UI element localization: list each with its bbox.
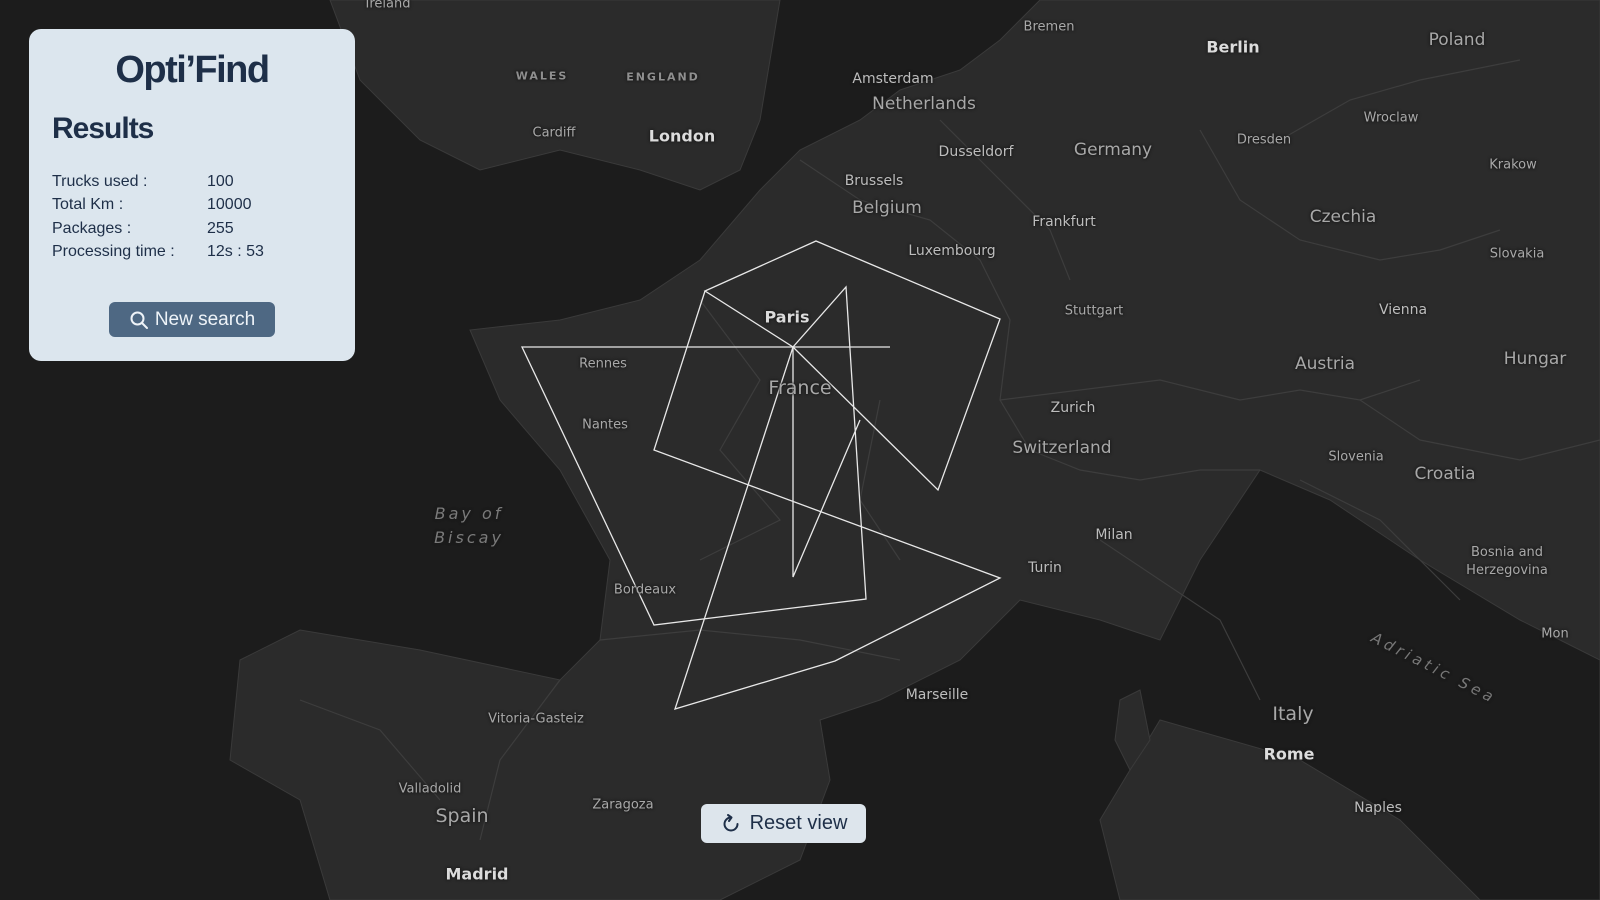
- map-label-country: France: [768, 377, 832, 399]
- map-label-country: Bosnia and Herzegovina: [1466, 545, 1548, 578]
- map-label-country: Slovenia: [1328, 449, 1384, 465]
- results-heading: Results: [52, 112, 154, 145]
- app-title: Opti’Find: [115, 49, 270, 91]
- map-label-country: Spain: [435, 805, 489, 827]
- map-label-city: Naples: [1354, 800, 1402, 816]
- map-label-city: Vitoria-Gasteiz: [488, 711, 584, 727]
- route-2: [520, 285, 1002, 710]
- stat-value: 12s : 53: [207, 243, 264, 261]
- stat-row-packages: Packages : 255: [52, 217, 332, 241]
- route-1: [703, 240, 1001, 492]
- map-label-city: Marseille: [905, 687, 969, 703]
- map-label-country: Czechia: [1309, 207, 1377, 227]
- results-stats: Trucks used : 100 Total Km : 10000 Packa…: [52, 170, 332, 264]
- stat-row-processing-time: Processing time : 12s : 53: [52, 241, 332, 265]
- reset-view-label: Reset view: [749, 812, 848, 834]
- map-label-sea: Bay of Biscay: [434, 504, 504, 547]
- map-label-city: Dusseldorf: [938, 144, 1014, 160]
- map-label-city: Zurich: [1050, 400, 1096, 416]
- map-label-region: WALES: [515, 69, 569, 83]
- new-search-label: New search: [154, 308, 256, 330]
- stat-label: Processing time :: [52, 243, 175, 261]
- stat-value: 100: [207, 172, 234, 190]
- map-label-city: Turin: [1028, 560, 1062, 576]
- map-label-city: Vienna: [1378, 302, 1428, 318]
- map-label-city: Zaragoza: [592, 797, 654, 813]
- map-label-city: Milan: [1095, 527, 1133, 543]
- map-label-city: Ireland: [365, 0, 411, 12]
- map-label-city: Dresden: [1236, 132, 1292, 148]
- map-label-country: Croatia: [1414, 464, 1476, 484]
- stat-label: Total Km :: [52, 196, 124, 214]
- map-label-city: Berlin: [1206, 37, 1260, 57]
- map-label-city: Mon: [1541, 626, 1569, 642]
- map-label-country: Belgium: [852, 198, 922, 218]
- map-label-city: Frankfurt: [1032, 214, 1096, 230]
- map-label-city: Krakow: [1489, 157, 1537, 173]
- map-label-country: Austria: [1294, 354, 1356, 374]
- stat-row-trucks-used: Trucks used : 100: [52, 170, 332, 194]
- map-label-city: London: [648, 126, 716, 146]
- search-icon: [129, 310, 149, 330]
- reset-view-button[interactable]: Reset view: [701, 804, 866, 843]
- map-label-region: ENGLAND: [626, 70, 700, 84]
- map-label-city: Luxembourg: [908, 243, 996, 259]
- stat-row-total-km: Total Km : 10000: [52, 194, 332, 218]
- map-label-city: Stuttgart: [1064, 303, 1124, 319]
- map-label-country: Italy: [1272, 703, 1314, 725]
- results-panel: Opti’Find Results Trucks used : 100 Tota…: [29, 29, 355, 361]
- stat-value: 255: [207, 219, 234, 237]
- map-label-city: Valladolid: [398, 781, 462, 797]
- map-label-country: Germany: [1073, 140, 1153, 160]
- new-search-button[interactable]: New search: [109, 302, 275, 337]
- map-label-country: Switzerland: [1012, 438, 1112, 458]
- map-label-city: Paris: [764, 307, 810, 327]
- refresh-icon: [720, 813, 742, 835]
- map-label-city: Wroclaw: [1363, 110, 1419, 126]
- map-label-city: Madrid: [445, 864, 509, 884]
- map-label-country: Hungar: [1503, 349, 1567, 369]
- map-label-city: Nantes: [582, 417, 628, 433]
- map-label-city: Bremen: [1023, 19, 1075, 35]
- map-label-country: Slovakia: [1489, 246, 1545, 262]
- stat-value: 10000: [207, 196, 252, 214]
- map-label-city: Rennes: [579, 356, 627, 372]
- map-label-city: Bordeaux: [613, 582, 677, 598]
- stat-label: Trucks used :: [52, 172, 148, 190]
- map-label-city: Amsterdam: [852, 71, 934, 87]
- map-label-country: Poland: [1428, 30, 1486, 50]
- map-label-city: Cardiff: [532, 125, 576, 141]
- stat-label: Packages :: [52, 219, 132, 237]
- map-label-city: Rome: [1263, 744, 1315, 764]
- map-label-country: Netherlands: [872, 94, 976, 114]
- map-label-city: Brussels: [844, 173, 904, 189]
